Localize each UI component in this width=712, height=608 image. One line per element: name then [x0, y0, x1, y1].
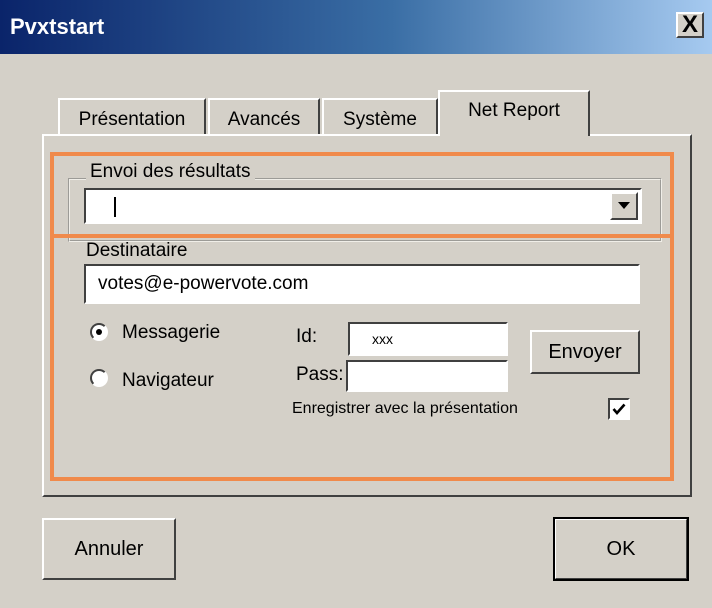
tab-net-report[interactable]: Net Report: [438, 90, 590, 136]
text-caret: [114, 197, 116, 217]
pass-label: Pass:: [296, 364, 344, 385]
recipient-value: votes@e-powervote.com: [98, 273, 309, 294]
title-bar: Pvxtstart X: [0, 0, 712, 54]
tab-systeme[interactable]: Système: [322, 98, 438, 136]
recipient-input[interactable]: votes@e-powervote.com: [84, 264, 640, 304]
send-results-combo[interactable]: [84, 188, 642, 224]
close-button[interactable]: X: [676, 12, 704, 38]
tab-label: Avancés: [227, 109, 301, 130]
dropdown-button[interactable]: [610, 192, 638, 220]
pass-input[interactable]: [346, 360, 508, 392]
messagerie-label: Messagerie: [122, 322, 221, 343]
tab-label: Présentation: [78, 109, 186, 130]
tab-presentation[interactable]: Présentation: [58, 98, 206, 136]
checkmark-icon: [612, 403, 626, 415]
radio-navigateur[interactable]: [90, 369, 108, 387]
send-button-label: Envoyer: [548, 340, 622, 363]
send-button[interactable]: Envoyer: [530, 330, 640, 374]
window-title: Pvxtstart: [10, 14, 105, 39]
ok-button[interactable]: OK: [553, 517, 689, 581]
tab-label: Net Report: [468, 100, 560, 121]
id-input[interactable]: xxx: [348, 322, 508, 356]
radio-messagerie[interactable]: [90, 323, 108, 341]
cancel-button-label: Annuler: [74, 537, 144, 560]
id-label: Id:: [296, 326, 318, 347]
send-results-legend: Envoi des résultats: [86, 161, 255, 183]
radio-dot: [96, 329, 102, 335]
recipient-label: Destinataire: [86, 240, 188, 261]
navigateur-label: Navigateur: [122, 370, 214, 391]
id-value: xxx: [372, 331, 393, 347]
close-icon: X: [681, 11, 698, 38]
tab-label: Système: [343, 109, 417, 130]
save-with-presentation-checkbox[interactable]: [608, 398, 630, 420]
save-with-presentation-label: Enregistrer avec la présentation: [292, 400, 518, 417]
ok-button-label: OK: [606, 537, 636, 560]
tab-avances[interactable]: Avancés: [208, 98, 320, 136]
cancel-button[interactable]: Annuler: [42, 518, 176, 580]
chevron-down-icon: [618, 202, 630, 209]
